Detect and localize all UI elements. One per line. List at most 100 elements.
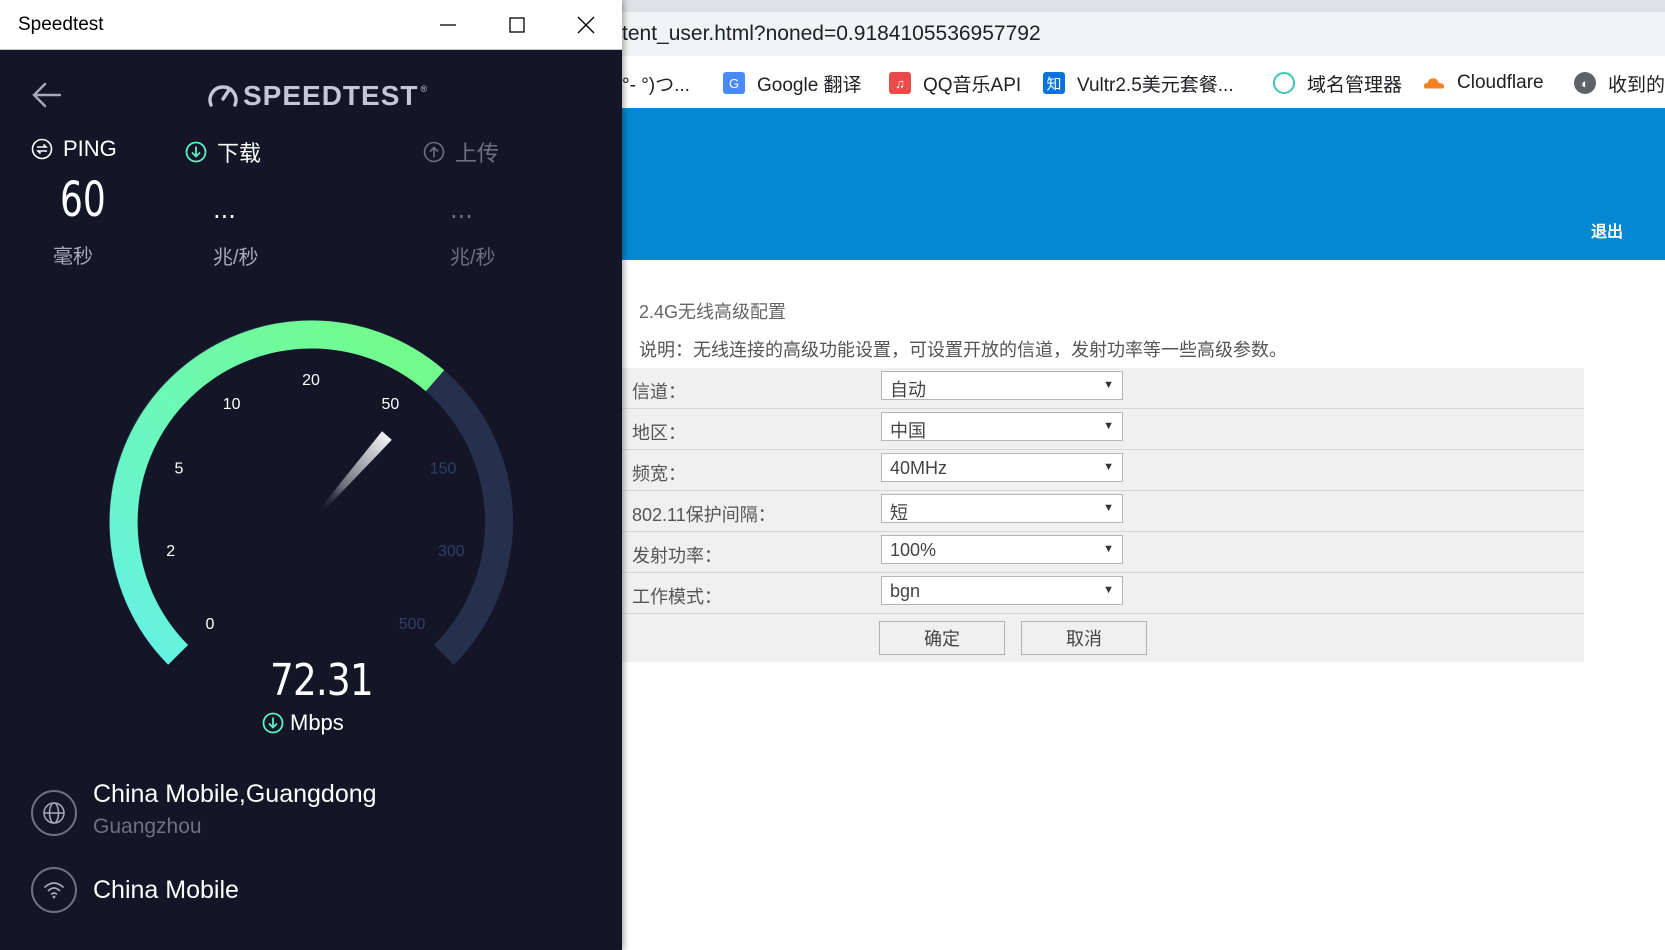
upload-header: 上传 <box>423 136 499 168</box>
gauge-tick-label: 0 <box>205 616 214 633</box>
speed-unit-label: Mbps <box>290 710 344 735</box>
work-mode-select[interactable]: bgn ▼ <box>881 576 1123 605</box>
bookmark-received[interactable]: ◐ 收到的 <box>1574 70 1665 96</box>
select-value: bgn <box>890 581 921 601</box>
wifi-icon <box>44 882 64 899</box>
select-value: 100% <box>890 540 937 560</box>
server-globe-button[interactable] <box>31 790 77 836</box>
bookmark-label: Vultr2.5美元套餐... <box>1077 74 1234 96</box>
confirm-button[interactable]: 确定 <box>879 621 1005 655</box>
bookmark-qq-music-api[interactable]: ♫ QQ音乐API <box>889 70 1021 96</box>
bookmark-domain-manager[interactable]: 域名管理器 <box>1273 70 1402 96</box>
table-row: 信道： 自动 ▼ <box>622 368 1584 409</box>
section-title: 2.4G无线高级配置 <box>639 302 787 322</box>
select-value: 中国 <box>890 421 926 441</box>
maximize-icon <box>509 17 525 33</box>
speedtest-window: Speedtest SPEEDTEST ® PING 下载 上传 60 ... … <box>0 0 622 950</box>
bookmark-label: Cloudflare <box>1457 72 1544 93</box>
close-icon <box>577 16 595 34</box>
logo-text: SPEEDTEST <box>243 80 419 111</box>
maximize-button[interactable] <box>500 8 534 42</box>
bookmark-google-translate[interactable]: G Google 翻译 <box>723 70 862 96</box>
field-label: 工作模式： <box>632 587 722 607</box>
gauge-needle <box>317 431 392 515</box>
field-label: 802.11保护间隔： <box>632 505 776 525</box>
connection-name: China Mobile <box>93 876 239 904</box>
bookmark-cloudflare[interactable]: Cloudflare <box>1423 70 1544 96</box>
gauge-tick-label: 20 <box>302 372 320 389</box>
download-label: 下载 <box>217 141 262 166</box>
table-row: 802.11保护间隔： 短 ▼ <box>622 491 1584 532</box>
bookmark-label: QQ音乐API <box>923 74 1022 96</box>
ping-unit: 毫秒 <box>53 246 93 268</box>
field-label: 地区： <box>632 423 686 443</box>
bookmark-label: 收到的 <box>1608 74 1665 96</box>
minimize-icon <box>440 24 456 26</box>
back-button[interactable] <box>30 78 64 112</box>
gauge-tick-label: 50 <box>382 396 400 413</box>
qq-music-icon: ♫ <box>889 72 911 94</box>
dropdown-arrow-icon: ▼ <box>1103 543 1114 555</box>
cancel-button[interactable]: 取消 <box>1021 621 1147 655</box>
field-label: 频宽： <box>632 464 686 484</box>
gauge-ticks: 0 2 5 10 20 50 150 300 500 <box>166 372 464 633</box>
field-label: 发射功率： <box>632 546 722 566</box>
bookmark-folder[interactable]: °- °)つ... <box>622 70 690 96</box>
gauge-tick-label: 10 <box>223 396 241 413</box>
connection-wifi-button[interactable] <box>31 867 77 913</box>
server-name[interactable]: China Mobile,Guangdong <box>93 780 377 809</box>
ping-icon <box>31 138 53 160</box>
cloudflare-icon <box>1423 72 1445 94</box>
bandwidth-select[interactable]: 40MHz ▼ <box>881 453 1123 482</box>
gauge-tick-label: 2 <box>166 543 175 560</box>
url-text[interactable]: tent_user.html?noned=0.9184105536957792 <box>622 22 1041 46</box>
config-table: 信道： 自动 ▼ 地区： 中国 ▼ 频宽： 40MHz ▼ 802.11保护间隔… <box>622 368 1584 662</box>
download-header: 下载 <box>185 136 261 168</box>
select-value: 40MHz <box>890 458 948 478</box>
select-value: 短 <box>890 503 908 523</box>
google-translate-icon: G <box>723 72 745 94</box>
speed-gauge: 0 2 5 10 20 50 150 300 500 <box>109 319 513 665</box>
upload-value: ... <box>450 196 473 224</box>
logo-trademark: ® <box>420 84 428 94</box>
current-speed-value: 72.31 <box>270 655 374 706</box>
dropdown-arrow-icon: ▼ <box>1103 379 1114 391</box>
close-button[interactable] <box>569 8 603 42</box>
dropdown-arrow-icon: ▼ <box>1103 461 1114 473</box>
bookmark-label: Google 翻译 <box>757 74 862 96</box>
minimize-button[interactable] <box>431 8 465 42</box>
bookmark-vultr[interactable]: 知 Vultr2.5美元套餐... <box>1043 70 1234 96</box>
tx-power-select[interactable]: 100% ▼ <box>881 535 1123 564</box>
globe-icon: ◐ <box>1574 72 1596 94</box>
logout-link[interactable]: 退出 <box>1591 218 1623 242</box>
region-select[interactable]: 中国 ▼ <box>881 412 1123 441</box>
table-row: 发射功率： 100% ▼ <box>622 532 1584 573</box>
gauge-tick-label: 500 <box>399 616 426 633</box>
dropdown-arrow-icon: ▼ <box>1103 420 1114 432</box>
select-value: 自动 <box>890 380 926 400</box>
section-description: 说明：无线连接的高级功能设置，可设置开放的信道，发射功率等一些高级参数。 <box>639 340 1287 360</box>
button-row: 确定 取消 <box>622 614 1584 662</box>
gauge-progress <box>109 320 445 665</box>
ping-value: 60 <box>60 172 106 228</box>
upload-arrow-icon <box>423 141 445 163</box>
download-arrow-icon <box>185 141 207 163</box>
server-city: Guangzhou <box>93 815 202 838</box>
ping-header: PING <box>31 136 117 162</box>
gauge-tick-label: 300 <box>438 543 465 560</box>
channel-select[interactable]: 自动 ▼ <box>881 371 1123 400</box>
gauge-tick-label: 150 <box>430 460 457 477</box>
table-row: 工作模式： bgn ▼ <box>622 573 1584 614</box>
upload-unit: 兆/秒 <box>450 247 496 269</box>
globe-icon <box>43 802 65 824</box>
title-bar: Speedtest <box>0 0 622 50</box>
speedtest-logo: SPEEDTEST ® <box>206 78 427 114</box>
guard-interval-select[interactable]: 短 ▼ <box>881 494 1123 523</box>
speedometer-logo-icon <box>208 85 238 107</box>
bookmark-label: °- °)つ... <box>622 74 690 96</box>
table-row: 频宽： 40MHz ▼ <box>622 450 1584 491</box>
domain-manager-icon <box>1273 72 1295 94</box>
ping-label: PING <box>63 136 117 161</box>
upload-label: 上传 <box>455 141 500 166</box>
dropdown-arrow-icon: ▼ <box>1103 584 1114 596</box>
